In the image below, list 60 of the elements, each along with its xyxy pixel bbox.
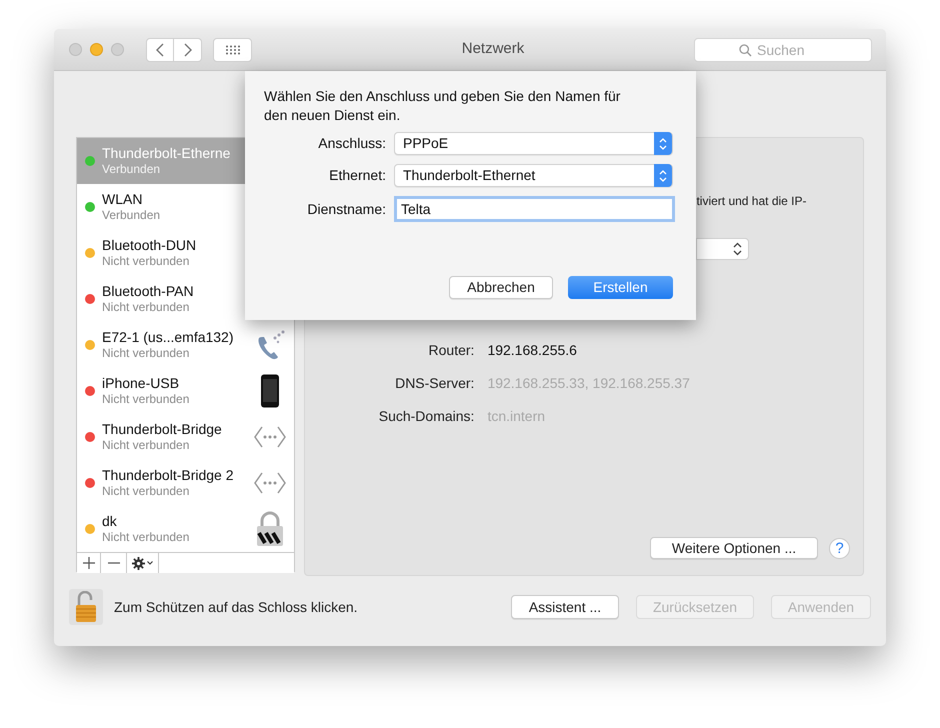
- window-title: Netzwerk: [462, 39, 524, 60]
- gear-icon: [132, 556, 145, 570]
- service-name: Thunderbolt-Bridge: [102, 421, 223, 438]
- service-status: Verbunden: [102, 208, 162, 223]
- search-field[interactable]: Suchen: [694, 38, 872, 62]
- service-name: iPhone-USB: [102, 375, 180, 392]
- service-name: Bluetooth-DUN: [102, 237, 198, 254]
- service-status: Nicht verbunden: [102, 254, 190, 269]
- sheet-button[interactable]: Abbrechen: [449, 276, 553, 299]
- service-status: Nicht verbunden: [102, 346, 190, 361]
- chevron-right-icon: [184, 42, 192, 56]
- service-status: Nicht verbunden: [102, 392, 190, 407]
- smartphone-icon: [260, 374, 280, 408]
- show-all-button[interactable]: [213, 38, 252, 62]
- bridge-icon: [253, 425, 288, 449]
- field-label: DNS-Server:: [394, 374, 474, 393]
- chevron-updown-icon: [659, 168, 667, 182]
- minus-icon: [108, 562, 120, 564]
- service-name-field[interactable]: Telta: [394, 196, 675, 222]
- service-status: Nicht verbunden: [102, 530, 190, 545]
- configure-popup[interactable]: [696, 238, 750, 260]
- field-value: 192.168.255.6: [487, 341, 577, 360]
- padlock-icon: [255, 511, 286, 547]
- advanced-button[interactable]: Weitere Optionen ...: [650, 537, 818, 559]
- field-label: Dienstname:: [306, 200, 386, 218]
- field-value: 192.168.255.33, 192.168.255.37: [487, 374, 690, 393]
- popup-menu[interactable]: Thunderbolt-Ethernet: [394, 164, 673, 187]
- service-name: E72-1 (us...emfa132): [102, 329, 235, 346]
- back-button[interactable]: [146, 38, 174, 62]
- service-name: Bluetooth-PAN: [102, 283, 195, 300]
- field-label: Ethernet:: [328, 166, 386, 185]
- field-label: Such-Domains:: [378, 407, 474, 426]
- grid-icon: [224, 44, 240, 54]
- field-label: Router:: [428, 341, 474, 360]
- service-status: Nicht verbunden: [102, 484, 190, 499]
- help-button[interactable]: ?: [829, 538, 850, 558]
- service-name: dk: [102, 513, 118, 530]
- chevron-updown-icon: [659, 136, 667, 150]
- service-name: Thunderbolt-Etherne: [102, 145, 232, 162]
- chevron-updown-icon: [733, 242, 742, 256]
- field-label: Anschluss:: [317, 134, 386, 153]
- search-icon: [739, 44, 752, 56]
- service-name: WLAN: [102, 191, 144, 208]
- plus-icon: [82, 557, 94, 569]
- lock-hint: Zum Schützen auf das Schloss klicken.: [114, 598, 358, 616]
- chevron-left-icon: [156, 42, 164, 56]
- service-status: Nicht verbunden: [102, 300, 190, 315]
- service-name: Thunderbolt-Bridge 2: [102, 467, 235, 484]
- popup-menu[interactable]: PPPoE: [394, 132, 673, 155]
- footer-button[interactable]: Assistent ...: [511, 595, 619, 619]
- forward-button[interactable]: [174, 38, 202, 62]
- open-padlock-icon: [75, 591, 97, 623]
- sheet-prompt: Wählen Sie den Anschluss und geben Sie den Namen für den neuen Dienst ein.: [264, 87, 622, 125]
- field-value: tcn.intern: [487, 407, 546, 426]
- service-status: Verbunden: [102, 162, 162, 177]
- service-status: Nicht verbunden: [102, 438, 190, 453]
- lock-button[interactable]: [69, 589, 103, 625]
- status-text: tiviert und hat die IP-: [696, 193, 808, 210]
- bridge-icon: [253, 471, 288, 495]
- caret-icon: [147, 561, 153, 565]
